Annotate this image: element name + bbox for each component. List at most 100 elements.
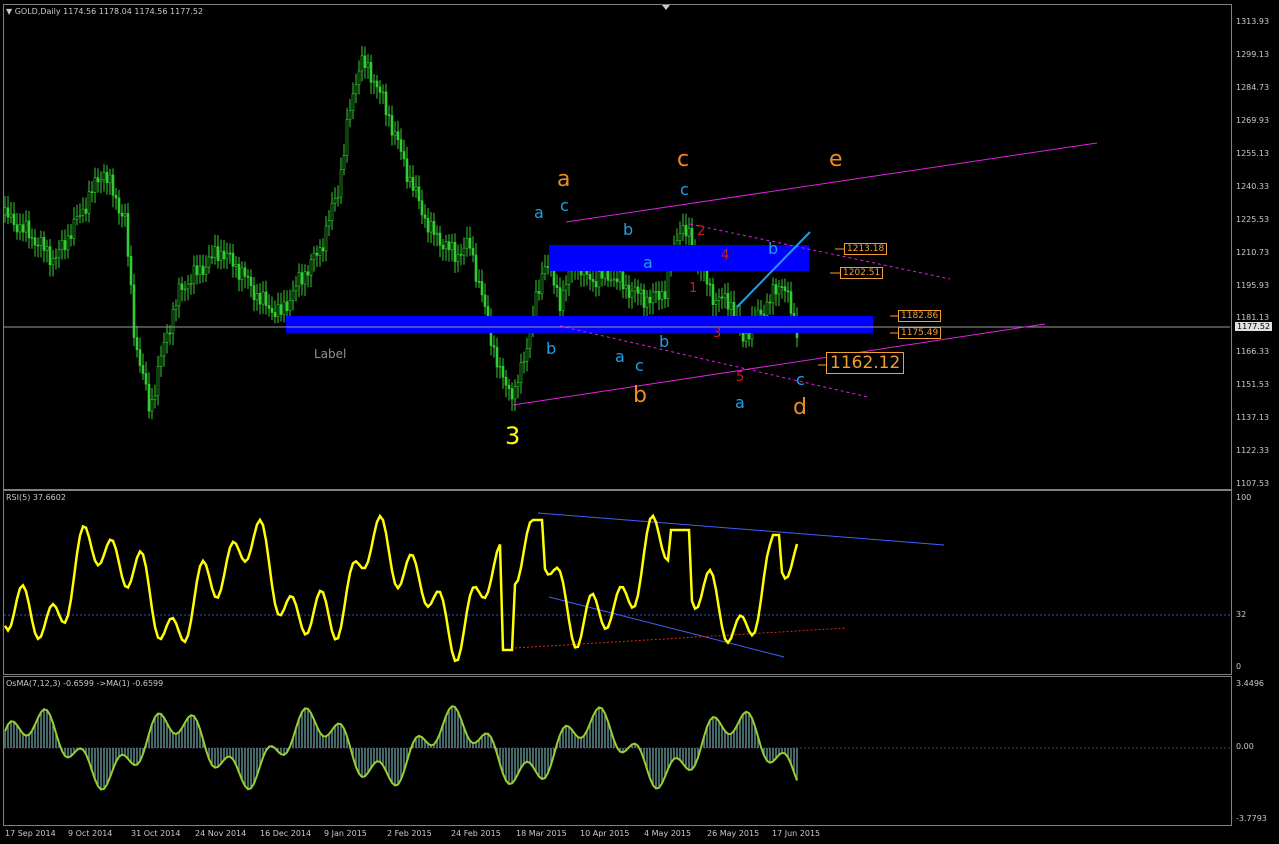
candle-body — [381, 91, 385, 94]
price-tick: 1269.93 — [1236, 116, 1270, 125]
candle-body — [111, 174, 115, 196]
candle-body — [408, 176, 412, 182]
candle-body — [213, 246, 217, 258]
candle-body — [663, 291, 667, 299]
chart-label[interactable]: Label — [314, 347, 346, 361]
candle-body — [339, 169, 343, 198]
candle-body — [237, 264, 241, 280]
wave-c-blue: c — [635, 356, 644, 375]
candle-body — [594, 281, 598, 288]
candle-body — [3, 207, 7, 216]
candle-body — [399, 139, 403, 152]
date-tick: 9 Jan 2015 — [324, 829, 367, 838]
price-box-1213[interactable]: 1213.18 — [844, 243, 888, 255]
candle-body — [426, 217, 430, 233]
candle-body — [417, 186, 421, 202]
wave-b-orange: b — [633, 383, 647, 408]
wave-d-orange: d — [793, 395, 807, 420]
candle-body — [192, 265, 196, 285]
candle-body — [747, 333, 751, 340]
price-box-1182[interactable]: 1182.86 — [898, 310, 942, 322]
price-tick: 1284.73 — [1236, 83, 1270, 92]
price-tick: 1299.13 — [1236, 50, 1270, 59]
price-tick: 1255.13 — [1236, 149, 1270, 158]
date-tick: 18 Mar 2015 — [516, 829, 567, 838]
candle-body — [87, 191, 91, 214]
price-tick: 1225.53 — [1236, 215, 1270, 224]
candle-body — [336, 196, 340, 200]
candle-body — [114, 195, 118, 199]
candle-body — [54, 257, 58, 259]
candle-body — [363, 55, 367, 68]
candle-body — [36, 244, 40, 247]
candle-body — [12, 213, 16, 225]
candle-body — [516, 382, 520, 388]
candle-body — [438, 232, 442, 246]
candle-body — [384, 91, 388, 115]
candle-body — [216, 246, 220, 261]
candle-body — [258, 292, 262, 305]
candle-body — [222, 250, 226, 260]
candle-body — [567, 270, 571, 285]
candle-body — [681, 224, 685, 234]
candle-body — [351, 93, 355, 111]
candle-body — [315, 252, 319, 256]
candle-body — [138, 349, 142, 366]
target-price-box[interactable]: 1162.12 — [826, 352, 905, 374]
candle-body — [342, 155, 346, 170]
candle-body — [81, 208, 85, 216]
price-tick: 1195.93 — [1236, 281, 1270, 290]
candle-body — [630, 290, 634, 298]
candle-body — [303, 271, 307, 285]
candle-body — [105, 171, 109, 184]
lower-channel-line — [512, 323, 1046, 406]
candle-body — [423, 214, 427, 219]
candle-body — [249, 276, 253, 287]
candle-body — [666, 268, 670, 299]
price-tick: 1313.93 — [1236, 17, 1270, 26]
candle-body — [375, 80, 379, 88]
candle-body — [69, 235, 73, 239]
osma-tick: 0.00 — [1236, 742, 1254, 751]
candle-body — [156, 366, 160, 397]
candle-body — [102, 171, 106, 181]
candle-body — [744, 333, 748, 342]
candle-body — [714, 300, 718, 305]
candle-body — [150, 399, 154, 412]
candle-body — [492, 345, 496, 348]
candle-body — [414, 186, 418, 191]
wave-c-orange: c — [677, 147, 690, 172]
candle-body — [597, 271, 601, 288]
date-tick: 10 Apr 2015 — [580, 829, 630, 838]
candle-body — [246, 276, 250, 278]
candle-body — [546, 266, 550, 268]
candle-body — [618, 271, 622, 283]
candle-body — [333, 198, 337, 204]
candle-body — [786, 290, 790, 293]
candle-body — [270, 307, 274, 313]
candle-body — [429, 221, 433, 233]
candle-body — [498, 365, 502, 368]
candle-body — [543, 266, 547, 275]
candle-body — [507, 384, 511, 389]
candle-body — [591, 279, 595, 282]
candle-body — [411, 176, 415, 191]
candle-body — [132, 284, 136, 338]
candle-body — [366, 62, 370, 68]
candle-body — [504, 376, 508, 386]
wave-b-blue: b — [623, 220, 634, 239]
candle-body — [117, 197, 121, 214]
candle-body — [483, 294, 487, 307]
price-box-1175[interactable]: 1175.49 — [898, 327, 942, 339]
wave-a-orange: a — [557, 167, 571, 192]
dropdown-triangle-icon[interactable]: ▼ — [6, 7, 12, 16]
candle-body — [210, 256, 214, 259]
candle-body — [687, 228, 691, 237]
price-tick: 1107.53 — [1236, 479, 1270, 488]
price-candles — [3, 45, 799, 420]
price-tick: 1181.13 — [1236, 313, 1270, 322]
candle-body — [396, 131, 400, 141]
candle-body — [471, 247, 475, 256]
price-box-1202[interactable]: 1202.51 — [840, 267, 884, 279]
candle-body — [129, 256, 133, 286]
